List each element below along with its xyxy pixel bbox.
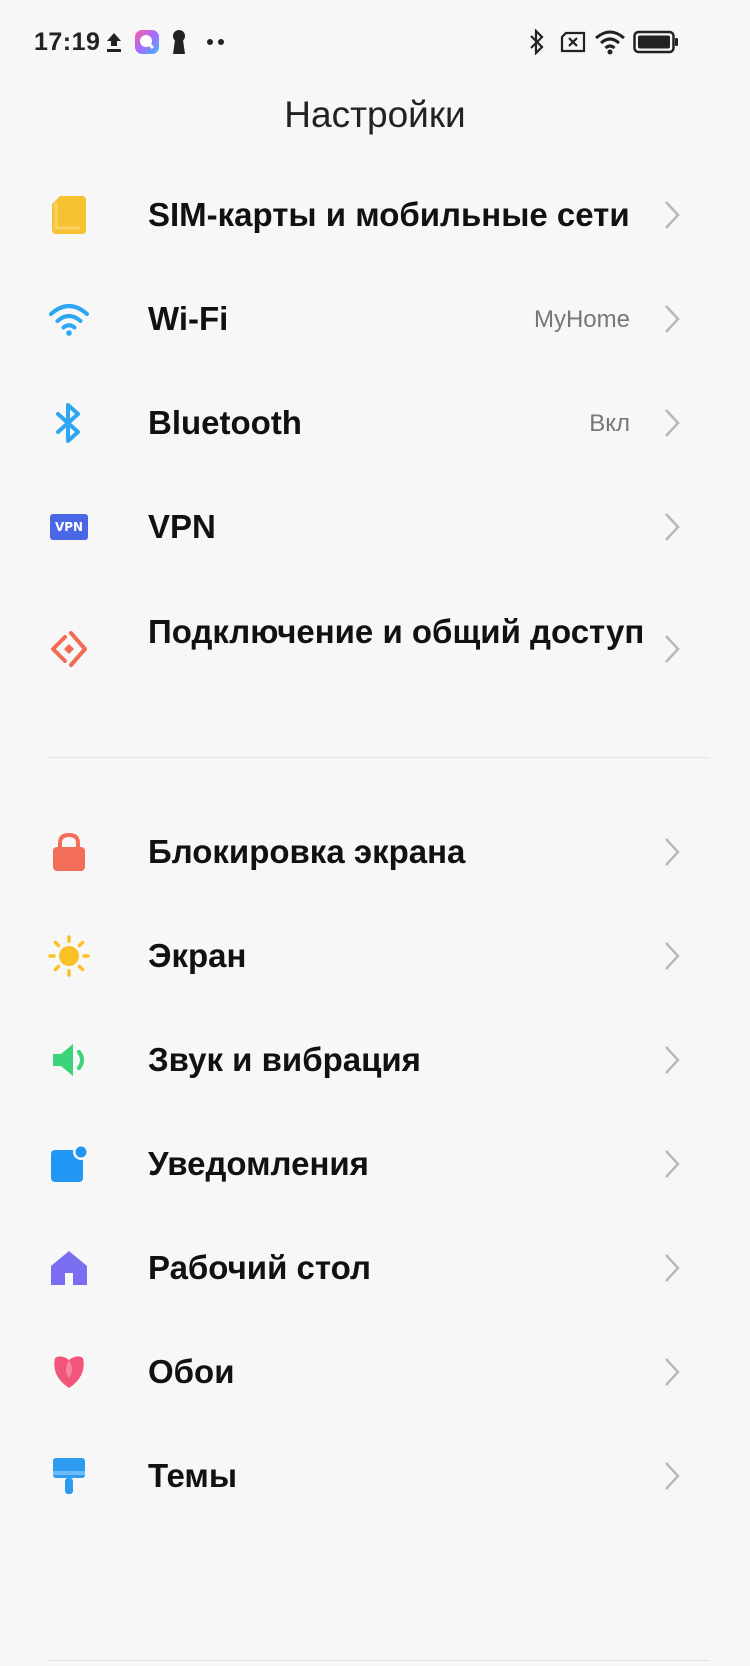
- sim-label: SIM-карты и мобильные сети: [148, 196, 630, 233]
- lock-icon: [48, 831, 90, 873]
- chevron-right-icon: [665, 1462, 680, 1490]
- battery-icon: [632, 26, 680, 58]
- sound-label: Звук и вибрация: [148, 1041, 421, 1078]
- chevron-right-icon: [665, 838, 680, 866]
- home-icon: [48, 1247, 90, 1289]
- no-sim-icon: [559, 26, 587, 58]
- app-notification-icon: [133, 26, 161, 58]
- chevron-right-icon: [665, 1046, 680, 1074]
- chevron-right-icon: [665, 201, 680, 229]
- sim-card-icon: [48, 194, 90, 236]
- bluetooth-icon: [48, 402, 90, 444]
- status-bar: 17:19: [0, 0, 750, 84]
- section-divider: [48, 1660, 710, 1661]
- settings-item-wifi[interactable]: Wi-Fi MyHome: [0, 267, 750, 371]
- chevron-right-icon: [665, 409, 680, 437]
- settings-item-notifications[interactable]: Уведомления: [0, 1112, 750, 1216]
- chevron-right-icon: [665, 635, 680, 663]
- display-label: Экран: [148, 937, 247, 974]
- wifi-icon: [594, 26, 626, 58]
- bluetooth-icon: [526, 26, 548, 58]
- settings-item-sound[interactable]: Звук и вибрация: [0, 1008, 750, 1112]
- settings-item-themes[interactable]: Темы: [0, 1424, 750, 1528]
- settings-item-display[interactable]: Экран: [0, 904, 750, 1008]
- chevron-right-icon: [665, 513, 680, 541]
- wifi-icon: [48, 298, 90, 340]
- settings-item-lock-screen[interactable]: Блокировка экрана: [0, 800, 750, 904]
- chevron-right-icon: [665, 942, 680, 970]
- brush-icon: [48, 1455, 90, 1497]
- section-divider: [48, 757, 710, 758]
- notifications-label: Уведомления: [148, 1145, 369, 1182]
- chevron-right-icon: [665, 305, 680, 333]
- settings-item-sim[interactable]: SIM-карты и мобильные сети: [0, 163, 750, 267]
- chevron-right-icon: [665, 1150, 680, 1178]
- themes-label: Темы: [148, 1457, 238, 1494]
- upload-icon: [104, 26, 124, 58]
- home-screen-label: Рабочий стол: [148, 1249, 371, 1286]
- page-title: Настройки: [284, 94, 466, 135]
- wallpaper-label: Обои: [148, 1353, 235, 1390]
- chevron-right-icon: [665, 1254, 680, 1282]
- chevron-right-icon: [665, 1358, 680, 1386]
- vpn-icon: VPN: [48, 506, 90, 548]
- vpn-label: VPN: [148, 508, 216, 545]
- sun-icon: [48, 935, 90, 977]
- vpn-badge: VPN: [50, 514, 88, 540]
- keyhole-icon: [170, 26, 188, 58]
- more-dots-icon: [205, 26, 227, 58]
- flower-icon: [48, 1351, 90, 1393]
- connection-sharing-label: Подключение и общий доступ: [148, 613, 645, 650]
- settings-item-vpn[interactable]: VPN VPN: [0, 475, 750, 579]
- speaker-icon: [48, 1039, 90, 1081]
- bluetooth-label: Bluetooth: [148, 404, 302, 441]
- settings-item-wallpaper[interactable]: Обои: [0, 1320, 750, 1424]
- bluetooth-value: Вкл: [589, 410, 630, 437]
- settings-item-connection-sharing[interactable]: Подключение и общий доступ: [0, 579, 750, 719]
- wifi-value: MyHome: [533, 306, 630, 333]
- wifi-label: Wi-Fi: [148, 300, 229, 337]
- settings-item-bluetooth[interactable]: Bluetooth Вкл: [0, 371, 750, 475]
- status-time: 17:19: [34, 28, 101, 56]
- notification-icon: [48, 1143, 90, 1185]
- lock-screen-label: Блокировка экрана: [148, 833, 466, 870]
- connection-sharing-icon: [48, 628, 90, 670]
- settings-item-home-screen[interactable]: Рабочий стол: [0, 1216, 750, 1320]
